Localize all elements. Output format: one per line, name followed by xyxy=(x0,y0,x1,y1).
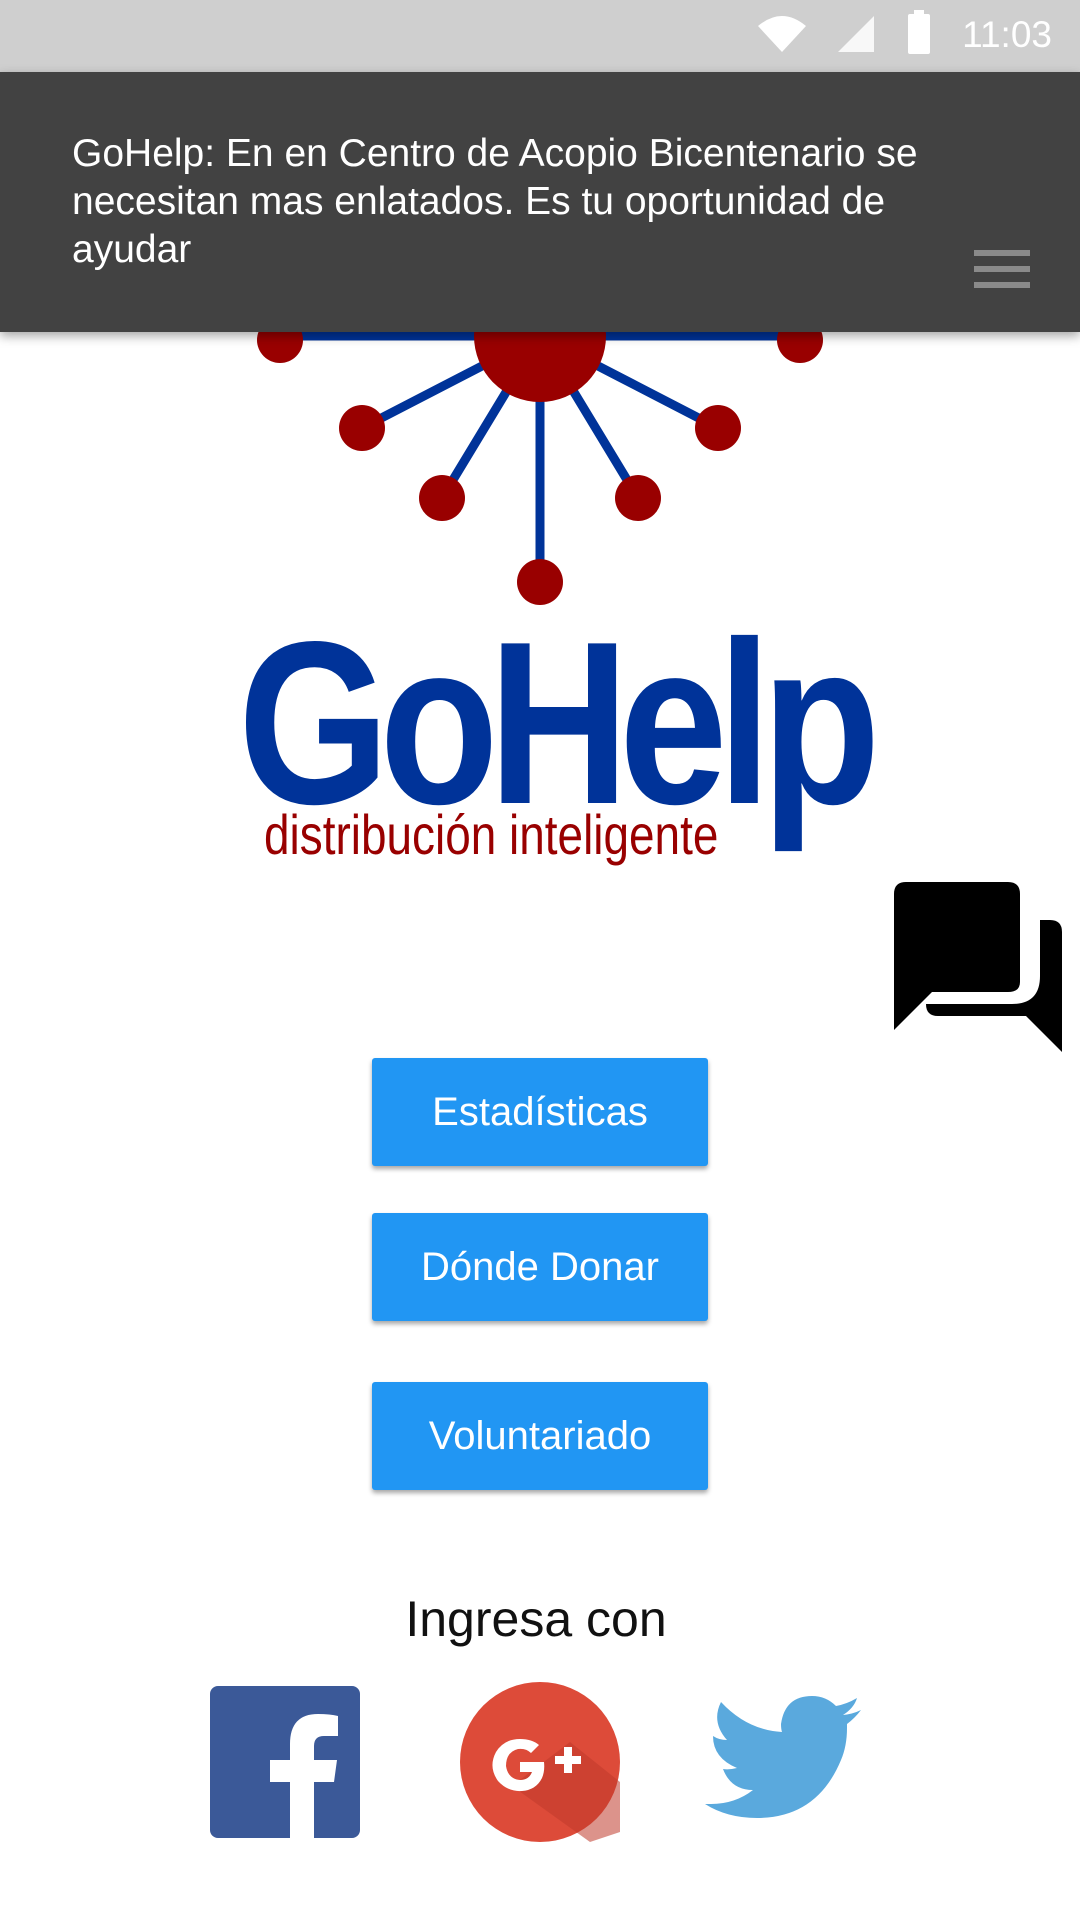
volunteering-button[interactable]: Voluntariado xyxy=(372,1382,708,1490)
where-to-donate-button[interactable]: Dónde Donar xyxy=(372,1213,708,1321)
notification-text: GoHelp: En en Centro de Acopio Bicentena… xyxy=(72,132,918,271)
login-label: Ingresa con xyxy=(405,1591,667,1647)
menu-icon[interactable] xyxy=(974,250,1030,292)
chat-icon[interactable] xyxy=(890,880,1064,1054)
google-plus-icon[interactable] xyxy=(460,1682,620,1842)
twitter-icon[interactable] xyxy=(705,1694,863,1826)
notification-banner[interactable]: GoHelp: En en Centro de Acopio Bicentena… xyxy=(0,72,1080,332)
facebook-icon[interactable] xyxy=(210,1686,360,1838)
statistics-button[interactable]: Estadísticas xyxy=(372,1058,708,1166)
logo-subtitle: distribución inteligente xyxy=(264,803,719,866)
